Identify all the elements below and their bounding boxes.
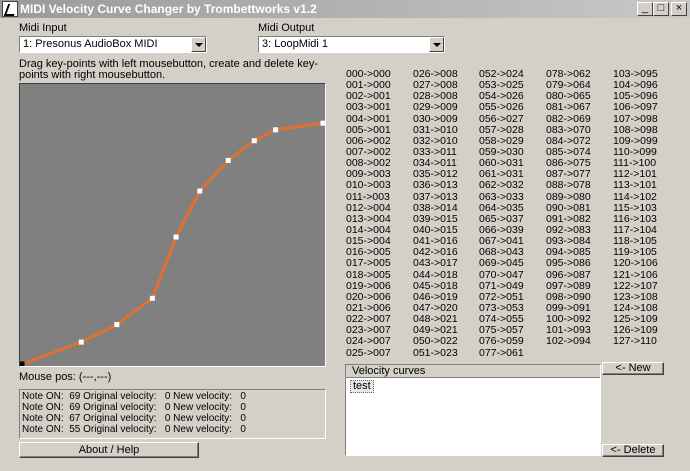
curve-keypoint[interactable]: [78, 339, 84, 345]
mapping-entry: 106->097: [613, 101, 658, 114]
log-line: Note ON: 55 Original velocity: 0 New vel…: [22, 424, 246, 435]
instructions-text: Drag key-points with left mousebutton, c…: [19, 58, 318, 81]
mouse-position-readout: Mouse pos: (---,---): [19, 371, 112, 383]
minimize-button[interactable]: _: [637, 2, 653, 16]
mapping-entry: 121->106: [613, 268, 658, 281]
curve-keypoint[interactable]: [273, 127, 279, 133]
mapping-column: 103->095 104->096 105->096 106->097 107->098…: [613, 68, 658, 348]
curve-keypoint[interactable]: [173, 234, 179, 240]
mapping-entry: 025->007: [346, 346, 391, 359]
app-icon[interactable]: [2, 1, 18, 17]
app-window: MIDI Velocity Curve Changer by Trombettw…: [0, 0, 690, 471]
mapping-entry: 081->067: [546, 101, 591, 114]
mapping-entry: 062->032: [479, 179, 524, 192]
mapping-entry: 096->087: [546, 268, 591, 281]
mapping-entry: 036->013: [413, 179, 458, 192]
curve-keypoint[interactable]: [320, 120, 326, 126]
mapping-entry: 017->005: [346, 257, 391, 270]
new-curve-button[interactable]: <- New: [602, 362, 664, 375]
curve-canvas[interactable]: [20, 84, 325, 366]
mapping-column: 078->062 079->064 080->065 081->067 082->069…: [546, 68, 591, 348]
mapping-column: 026->008 027->008 028->008 029->009 030->009…: [413, 68, 458, 359]
mapping-entry: 088->078: [546, 179, 591, 192]
maximize-button[interactable]: □: [653, 2, 669, 16]
mapping-entry: 077->061: [479, 346, 524, 359]
curve-keypoint[interactable]: [114, 322, 120, 328]
mapping-entry: 113->101: [613, 179, 657, 192]
title-bar[interactable]: MIDI Velocity Curve Changer by Trombettw…: [0, 0, 690, 18]
mapping-entry: 127->110: [613, 335, 657, 348]
mapping-entry: 069->045: [479, 257, 524, 270]
velocity-curves-header-label: Velocity curves: [352, 365, 426, 377]
mapping-entry: 102->094: [546, 335, 591, 348]
delete-curve-button[interactable]: <- Delete: [602, 444, 664, 457]
mapping-column: 000->000 001->000 002->001 003->001 004->001…: [346, 68, 391, 359]
mapping-entry: 010->003: [346, 179, 391, 192]
midi-output-value: 3: LoopMidi 1: [262, 38, 329, 50]
log-line: Note ON: 69 Original velocity: 0 New vel…: [22, 402, 246, 413]
mapping-entry: 070->047: [479, 268, 524, 281]
mapping-entry: 044->018: [413, 268, 458, 281]
curve-keypoint[interactable]: [251, 138, 257, 144]
curve-keypoint[interactable]: [197, 188, 203, 194]
chevron-down-icon[interactable]: [429, 37, 444, 52]
mapping-entry: 050->022: [413, 335, 458, 348]
velocity-curves-header: Velocity curves: [346, 365, 600, 378]
close-button[interactable]: ×: [671, 2, 687, 16]
chevron-down-icon[interactable]: [191, 37, 206, 52]
mapping-entry: 055->026: [479, 101, 524, 114]
curve-keypoint[interactable]: [225, 157, 231, 163]
midi-output-label: Midi Output: [258, 22, 315, 34]
velocity-curves-list[interactable]: Velocity curves test: [345, 364, 601, 456]
mapping-entry: 095->086: [546, 257, 591, 270]
curve-keypoint[interactable]: [149, 295, 155, 301]
mapping-entry: 018->005: [346, 268, 391, 281]
mapping-column: 052->024 053->025 054->026 055->026 056->027…: [479, 68, 524, 359]
mapping-entry: 076->059: [479, 335, 524, 348]
mapping-entry: 024->007: [346, 335, 391, 348]
mapping-entry: 043->017: [413, 257, 458, 270]
curve-list-item[interactable]: test: [350, 380, 374, 393]
about-help-button[interactable]: About / Help: [19, 442, 199, 458]
log-line: Note ON: 67 Original velocity: 0 New vel…: [22, 413, 246, 424]
mapping-entry: 051->023: [413, 346, 458, 359]
midi-input-select[interactable]: 1: Presonus AudioBox MIDI: [19, 36, 207, 53]
midi-input-value: 1: Presonus AudioBox MIDI: [23, 38, 158, 50]
curve-keypoint[interactable]: [20, 361, 25, 367]
mapping-entry: 120->106: [613, 257, 658, 270]
midi-input-label: Midi Input: [19, 22, 67, 34]
log-line: Note ON: 69 Original velocity: 0 New vel…: [22, 391, 246, 402]
mapping-entry: 029->009: [413, 101, 458, 114]
velocity-curve-line: [21, 121, 324, 366]
curve-editor[interactable]: [19, 83, 326, 367]
window-title: MIDI Velocity Curve Changer by Trombettw…: [20, 2, 317, 16]
midi-output-select[interactable]: 3: LoopMidi 1: [258, 36, 445, 53]
mapping-entry: 003->001: [346, 101, 391, 114]
note-log: Note ON: 69 Original velocity: 0 New vel…: [19, 389, 326, 439]
